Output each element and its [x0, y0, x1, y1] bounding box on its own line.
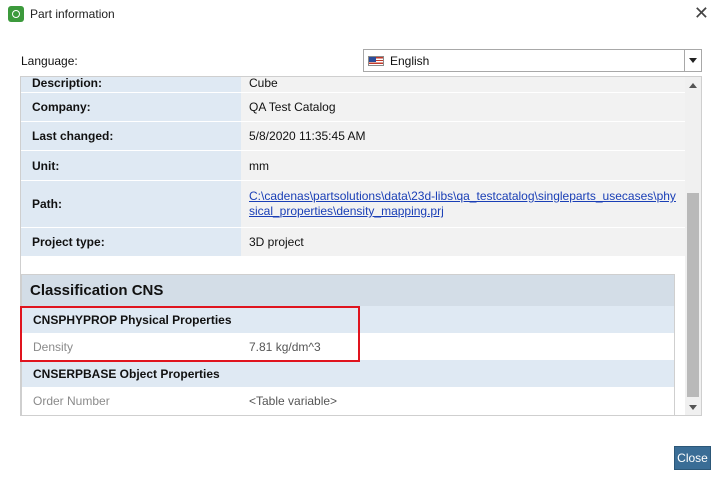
- property-row-last-changed: Last changed: 5/8/2020 11:35:45 AM: [21, 122, 685, 151]
- language-select[interactable]: English: [363, 49, 702, 72]
- property-row-path: Path: C:\cadenas\partsolutions\data\23d-…: [21, 181, 685, 228]
- item-value: 7.81 kg/dm^3: [249, 340, 321, 354]
- scrollbar-thumb[interactable]: [687, 193, 699, 397]
- title-bar: Part information ✕: [0, 0, 721, 30]
- item-key: Density: [33, 340, 74, 354]
- window-title: Part information: [30, 7, 115, 21]
- property-value: Cube: [241, 77, 685, 92]
- item-value: <Table variable>: [249, 394, 338, 408]
- path-link[interactable]: C:\cadenas\partsolutions\data\23d-libs\q…: [241, 181, 685, 227]
- category-header: CNSERPBASE Object Properties: [22, 360, 674, 387]
- property-value: 5/8/2020 11:35:45 AM: [241, 122, 685, 150]
- property-row-description: Description: Cube: [21, 77, 685, 93]
- property-key: Company:: [21, 93, 241, 121]
- property-value: 3D project: [241, 228, 685, 256]
- property-key: Path:: [21, 181, 241, 227]
- close-icon[interactable]: ✕: [694, 4, 709, 22]
- property-key: Project type:: [21, 228, 241, 256]
- close-button[interactable]: Close: [674, 446, 711, 470]
- info-panel: Description: Cube Company: QA Test Catal…: [20, 76, 702, 416]
- property-key: Unit:: [21, 151, 241, 180]
- app-icon: [8, 6, 24, 22]
- item-key: Order Number: [33, 394, 110, 408]
- property-row-unit: Unit: mm: [21, 151, 685, 181]
- vertical-scrollbar[interactable]: [685, 77, 701, 415]
- property-key: Description:: [21, 77, 241, 92]
- language-label: Language:: [21, 54, 78, 68]
- language-value: English: [390, 54, 430, 68]
- property-row-project-type: Project type: 3D project: [21, 228, 685, 257]
- classification-title: Classification CNS: [22, 275, 674, 306]
- properties-table: Description: Cube Company: QA Test Catal…: [21, 77, 685, 257]
- list-item: Order Number <Table variable>: [22, 387, 674, 414]
- category-header: CNSPHYPROP Physical Properties: [22, 306, 674, 333]
- us-flag-icon: [368, 56, 384, 66]
- property-key: Last changed:: [21, 122, 241, 150]
- scroll-down-icon[interactable]: [689, 405, 697, 410]
- list-item: Density 7.81 kg/dm^3: [22, 333, 674, 360]
- scroll-up-icon[interactable]: [689, 83, 697, 88]
- property-row-company: Company: QA Test Catalog: [21, 93, 685, 122]
- property-value: QA Test Catalog: [241, 93, 685, 121]
- property-value: mm: [241, 151, 685, 180]
- path-link-text[interactable]: C:\cadenas\partsolutions\data\23d-libs\q…: [249, 189, 677, 219]
- chevron-down-icon[interactable]: [684, 50, 701, 71]
- classification-section: Classification CNS CNSPHYPROP Physical P…: [21, 274, 675, 415]
